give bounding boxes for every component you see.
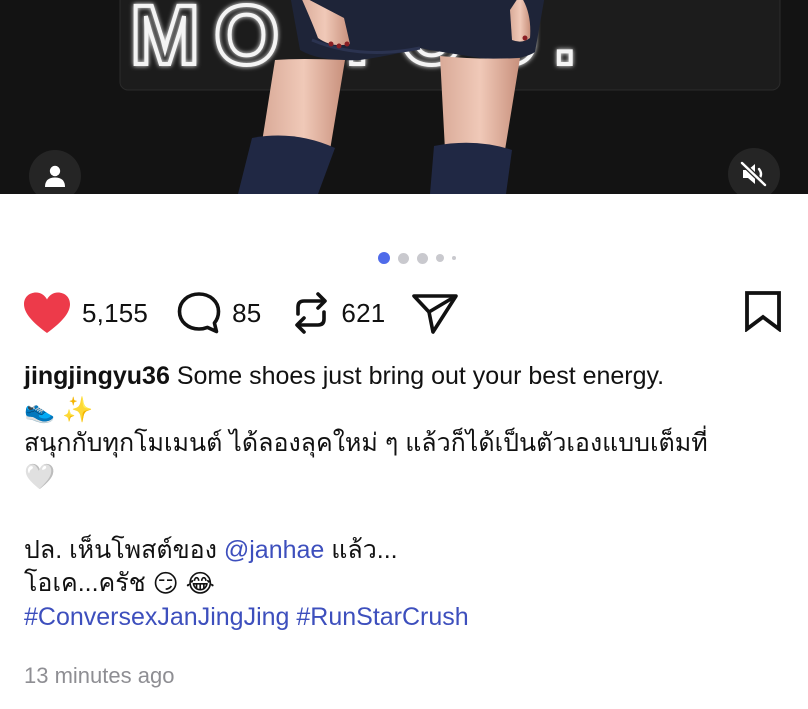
post-timestamp: 13 minutes ago bbox=[24, 663, 175, 688]
white-heart-emoji: 🤍 bbox=[24, 462, 56, 491]
bookmark-icon bbox=[745, 290, 781, 333]
caption-line-1: jingjingyu36 Some shoes just bring out y… bbox=[24, 360, 794, 393]
like-count: 5,155 bbox=[82, 297, 149, 328]
person-icon bbox=[45, 165, 65, 187]
repost-count: 621 bbox=[341, 297, 386, 328]
send-icon bbox=[412, 294, 459, 334]
pager-dot-3[interactable] bbox=[417, 252, 428, 264]
bookmark-button[interactable] bbox=[744, 290, 782, 337]
like-button[interactable]: 5,155 bbox=[22, 291, 148, 335]
caption-line-2: 👟 ✨ bbox=[24, 393, 794, 427]
caption-line-3: สนุกกับทุกโมเมนต์ ได้ลองลุคใหม่ ๆ แล้วก็… bbox=[24, 427, 794, 460]
sneaker-sparkles-emoji: 👟 ✨ bbox=[24, 395, 94, 424]
user-tag-button[interactable] bbox=[29, 150, 81, 194]
hashtag-link[interactable]: #ConversexJanJingJing bbox=[24, 603, 289, 631]
post-media[interactable]: MO YOU. bbox=[0, 0, 808, 194]
action-bar: 5,155 85 621 bbox=[22, 288, 782, 338]
carousel-pager[interactable] bbox=[378, 252, 456, 264]
smirk-laugh-emoji: 😏 😂 bbox=[152, 569, 215, 598]
caption-line-ok: โอเค...ครัช 😏 😂 bbox=[24, 567, 794, 601]
ps-suffix: แล้ว... bbox=[331, 535, 398, 564]
pager-dot-1[interactable] bbox=[378, 252, 390, 264]
post-caption: jingjingyu36 Some shoes just bring out y… bbox=[24, 360, 794, 634]
repost-icon bbox=[295, 292, 328, 334]
comment-bubble-icon bbox=[177, 292, 221, 334]
author-username[interactable]: jingjingyu36 bbox=[24, 362, 170, 390]
caption-line-4: 🤍 bbox=[24, 460, 794, 494]
mute-button[interactable] bbox=[728, 148, 780, 194]
caption-line-ps: ปล. เห็นโพสต์ของ @janhae แล้ว... bbox=[24, 534, 794, 567]
caption-text: Some shoes just bring out your best ener… bbox=[176, 362, 665, 390]
caption-line-hashtags: #ConversexJanJingJing #RunStarCrush bbox=[24, 601, 794, 634]
speaker-muted-icon bbox=[740, 161, 767, 187]
comment-count: 85 bbox=[232, 297, 262, 328]
caption-thai-text: สนุกกับทุกโมเมนต์ ได้ลองลุคใหม่ ๆ แล้วก็… bbox=[24, 428, 708, 457]
share-button[interactable] bbox=[411, 291, 459, 335]
heart-filled-icon bbox=[24, 292, 70, 333]
pager-dot-4[interactable] bbox=[436, 254, 444, 262]
repost-button[interactable]: 621 bbox=[291, 290, 385, 336]
comment-button[interactable]: 85 bbox=[176, 291, 261, 335]
hashtag-link[interactable]: #RunStarCrush bbox=[296, 603, 468, 631]
ps-prefix: ปล. เห็นโพสต์ของ bbox=[24, 535, 217, 564]
mention-link[interactable]: @janhae bbox=[224, 536, 324, 564]
pager-dot-5[interactable] bbox=[452, 256, 456, 260]
media-photo: MO YOU. bbox=[0, 0, 808, 194]
pager-dot-2[interactable] bbox=[398, 252, 409, 264]
ok-text: โอเค...ครัช bbox=[24, 568, 146, 597]
